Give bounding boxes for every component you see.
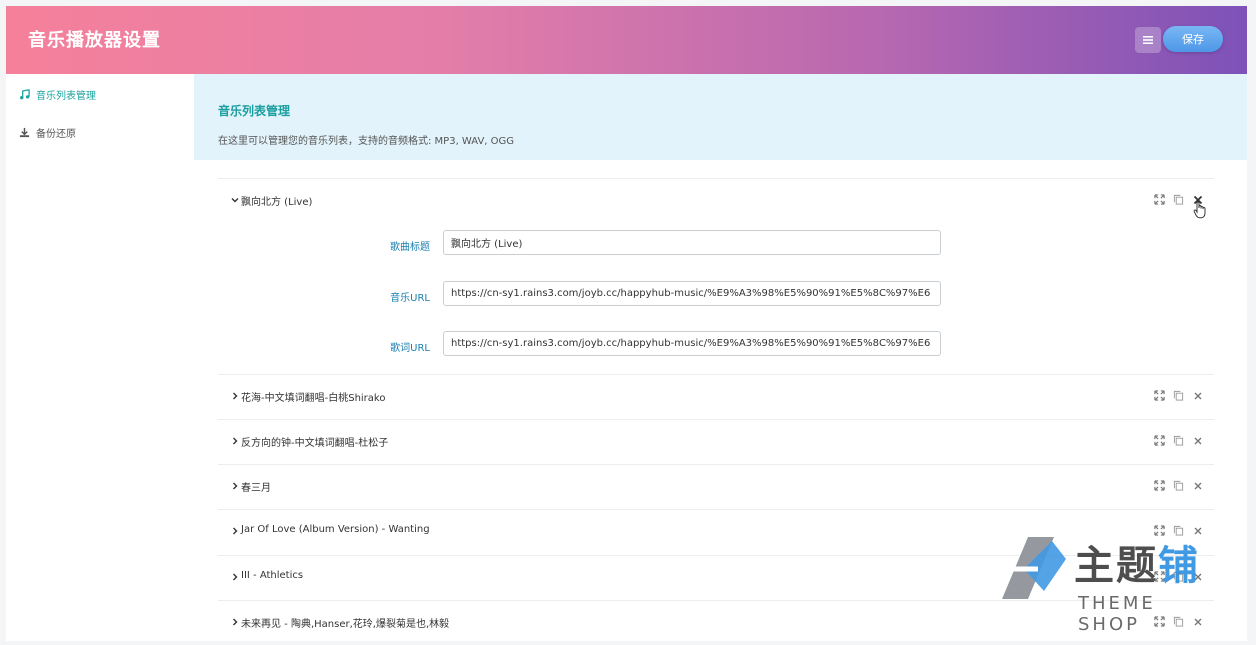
delete-icon[interactable] (1191, 615, 1204, 628)
chevron-right-icon[interactable] (230, 391, 240, 401)
section-description: 在这里可以管理您的音乐列表，支持的音频格式: MP3, WAV, OGG (218, 136, 515, 147)
delete-icon[interactable] (1191, 570, 1204, 583)
chevron-right-icon[interactable] (230, 617, 240, 627)
section-title: 音乐列表管理 (218, 104, 291, 118)
expand-icon[interactable] (1153, 524, 1166, 537)
lyrics-url-input[interactable] (443, 331, 941, 356)
menu-button[interactable] (1135, 27, 1161, 53)
song-item: 飘向北方 (Live) 歌曲标题 音乐URL 歌词URL (218, 178, 1214, 375)
copy-icon[interactable] (1172, 193, 1185, 206)
copy-icon[interactable] (1172, 434, 1185, 447)
save-button[interactable]: 保存 (1163, 26, 1223, 52)
song-item: 反方向的钟-中文填词翻唱-杜松子 (218, 419, 1214, 464)
hand-cursor-icon (1193, 201, 1207, 223)
music-url-row: 音乐URL (218, 281, 1214, 311)
song-title[interactable]: 未来再见 - 陶典,Hanser,花玲,爆裂菊是也,林毅 (241, 615, 449, 630)
list-icon (1142, 31, 1154, 50)
sidebar: 音乐列表管理 备份还原 (6, 74, 194, 641)
sidebar-item-music-list[interactable]: 音乐列表管理 (18, 87, 96, 102)
delete-icon[interactable] (1191, 524, 1204, 537)
copy-icon[interactable] (1172, 615, 1185, 628)
title-field-row: 歌曲标题 (218, 230, 1214, 260)
song-item: III - Athletics (218, 555, 1214, 600)
chevron-right-icon[interactable] (230, 481, 240, 491)
delete-icon[interactable] (1191, 479, 1204, 492)
main-content: 音乐列表管理 在这里可以管理您的音乐列表，支持的音频格式: MP3, WAV, … (194, 74, 1247, 641)
sidebar-item-backup[interactable]: 备份还原 (18, 125, 76, 140)
app-header: 音乐播放器设置 保存 (6, 6, 1247, 74)
lyrics-url-row: 歌词URL (218, 331, 1214, 361)
song-item: 未来再见 - 陶典,Hanser,花玲,爆裂菊是也,林毅 (218, 600, 1214, 645)
song-title[interactable]: Jar Of Love (Album Version) - Wanting (241, 524, 430, 535)
title-input[interactable] (443, 230, 941, 255)
delete-icon[interactable] (1191, 434, 1204, 447)
expand-icon[interactable] (1153, 479, 1166, 492)
chevron-right-icon[interactable] (230, 572, 240, 582)
chevron-down-icon[interactable] (230, 195, 240, 205)
download-icon (18, 127, 30, 139)
expand-icon[interactable] (1153, 570, 1166, 583)
sidebar-item-label: 备份还原 (36, 129, 76, 140)
song-title[interactable]: III - Athletics (241, 570, 303, 581)
delete-icon[interactable] (1191, 389, 1204, 402)
music-note-icon (18, 89, 30, 101)
section-header: 音乐列表管理 在这里可以管理您的音乐列表，支持的音频格式: MP3, WAV, … (194, 74, 1247, 160)
copy-icon[interactable] (1172, 389, 1185, 402)
sidebar-item-label: 音乐列表管理 (36, 91, 96, 102)
song-item: 花海-中文填词翻唱-白桃Shirako (218, 374, 1214, 419)
title-field-label: 歌曲标题 (390, 242, 430, 253)
copy-icon[interactable] (1172, 524, 1185, 537)
copy-icon[interactable] (1172, 570, 1185, 583)
song-item: Jar Of Love (Album Version) - Wanting (218, 509, 1214, 554)
music-url-input[interactable] (443, 281, 941, 306)
expand-icon[interactable] (1153, 389, 1166, 402)
song-title[interactable]: 春三月 (241, 479, 271, 494)
song-item: 春三月 (218, 464, 1214, 509)
copy-icon[interactable] (1172, 479, 1185, 492)
song-title[interactable]: 花海-中文填词翻唱-白桃Shirako (241, 389, 385, 404)
music-url-label: 音乐URL (390, 293, 430, 304)
song-title[interactable]: 飘向北方 (Live) (241, 193, 312, 208)
expand-icon[interactable] (1153, 434, 1166, 447)
chevron-right-icon[interactable] (230, 526, 240, 536)
chevron-right-icon[interactable] (230, 436, 240, 446)
expand-icon[interactable] (1153, 193, 1166, 206)
song-title[interactable]: 反方向的钟-中文填词翻唱-杜松子 (241, 434, 388, 449)
lyrics-url-label: 歌词URL (390, 343, 430, 354)
page-title: 音乐播放器设置 (28, 30, 161, 51)
expand-icon[interactable] (1153, 615, 1166, 628)
